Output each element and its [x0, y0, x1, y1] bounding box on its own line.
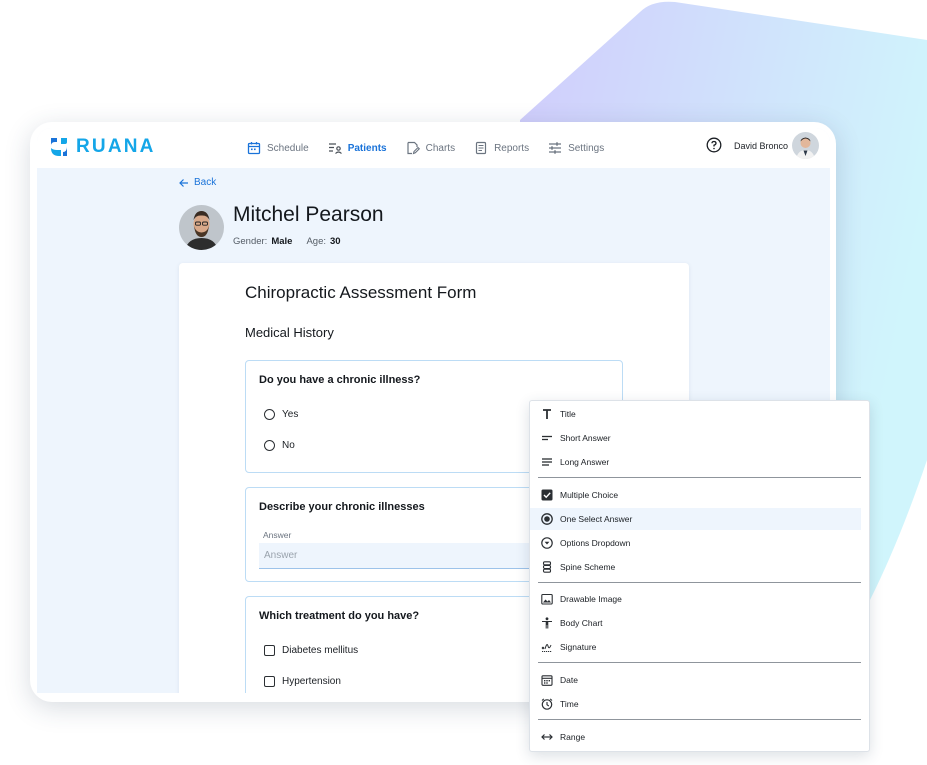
user-avatar[interactable]: [792, 132, 819, 159]
arrow-left-icon: [179, 178, 188, 187]
patients-icon: [328, 143, 342, 154]
dropdown-icon: [541, 537, 553, 549]
spine-icon: [542, 561, 552, 573]
radio-option-no[interactable]: No: [264, 440, 295, 451]
nav-patients[interactable]: Patients: [328, 141, 387, 155]
nav-schedule-label: Schedule: [267, 142, 309, 154]
menu-item-one-select-answer[interactable]: One Select Answer: [530, 508, 861, 530]
nav-reports[interactable]: Reports: [474, 141, 529, 155]
menu-item-date[interactable]: Date: [530, 669, 869, 691]
main-nav: Schedule Patients Charts Reports Setting…: [247, 128, 623, 168]
reports-icon: [475, 141, 487, 155]
checkbox-option-hypertension[interactable]: Hypertension: [264, 676, 341, 687]
menu-item-multiple-choice[interactable]: Multiple Choice: [530, 484, 869, 506]
signature-icon: [541, 644, 552, 652]
radio-option-yes[interactable]: Yes: [264, 409, 298, 420]
option-label: Hypertension: [282, 676, 341, 687]
menu-divider: [538, 582, 861, 583]
menu-item-label: Time: [560, 699, 579, 709]
nav-charts-label: Charts: [425, 142, 456, 154]
nav-schedule[interactable]: Schedule: [247, 141, 309, 155]
short-answer-icon: [542, 435, 552, 441]
user-avatar-image: [792, 132, 819, 159]
menu-item-signature[interactable]: Signature: [530, 636, 869, 658]
menu-divider: [538, 719, 861, 720]
patient-avatar-image: [179, 205, 224, 250]
nav-patients-label: Patients: [347, 142, 387, 154]
field-type-menu: Title Short Answer Long Answer Multiple …: [529, 400, 870, 752]
option-label: No: [282, 440, 295, 451]
image-icon: [541, 593, 553, 605]
question-title: Which treatment do you have?: [259, 610, 420, 622]
menu-item-long-answer[interactable]: Long Answer: [530, 451, 869, 473]
menu-item-label: Short Answer: [560, 433, 611, 443]
checkbox[interactable]: [264, 645, 275, 656]
date-icon: [541, 675, 553, 686]
calendar-icon: [247, 142, 261, 155]
form-title: Chiropractic Assessment Form: [245, 283, 477, 302]
menu-item-label: Spine Scheme: [560, 562, 616, 572]
menu-item-spine-scheme[interactable]: Spine Scheme: [530, 556, 869, 578]
logo[interactable]: RUANA: [47, 135, 156, 159]
body-icon: [542, 617, 552, 629]
logo-text: RUANA: [76, 136, 156, 157]
title-icon: [543, 409, 551, 419]
menu-item-short-answer[interactable]: Short Answer: [530, 427, 869, 449]
gender-value: Male: [271, 236, 293, 247]
checkbox-icon: [541, 489, 553, 501]
menu-item-label: Range: [560, 732, 586, 742]
back-link[interactable]: Back: [179, 177, 216, 188]
menu-divider: [538, 477, 861, 478]
question-title: Do you have a chronic illness?: [259, 374, 421, 386]
logo-icon: [51, 138, 67, 156]
long-answer-icon: [542, 458, 552, 466]
section-title: Medical History: [245, 325, 334, 340]
menu-item-label: Date: [560, 675, 578, 685]
menu-item-time[interactable]: Time: [530, 693, 869, 715]
nav-reports-label: Reports: [494, 142, 530, 154]
menu-item-label: Drawable Image: [560, 594, 622, 604]
patient-meta: Gender: Male Age: 30: [233, 236, 341, 247]
menu-item-label: Title: [560, 409, 576, 419]
age-label: Age:: [306, 236, 326, 247]
menu-item-label: Body Chart: [560, 618, 603, 628]
menu-item-label: Options Dropdown: [560, 538, 631, 548]
menu-item-drawable-image[interactable]: Drawable Image: [530, 588, 869, 610]
menu-item-range[interactable]: Range: [530, 726, 869, 748]
radio-button[interactable]: [264, 409, 275, 420]
nav-charts[interactable]: Charts: [406, 141, 455, 155]
radio-button[interactable]: [264, 440, 275, 451]
menu-item-label: One Select Answer: [560, 514, 633, 524]
checkbox-option-diabetes[interactable]: Diabetes mellitus: [264, 645, 358, 656]
user-name[interactable]: David Bronco: [734, 141, 788, 151]
time-icon: [541, 698, 553, 710]
menu-item-title[interactable]: Title: [530, 403, 869, 425]
age-value: 30: [330, 236, 341, 247]
gender-label: Gender:: [233, 236, 268, 247]
answer-label: Answer: [263, 530, 292, 540]
question-title: Describe your chronic illnesses: [259, 501, 425, 513]
patient-name: Mitchel Pearson: [233, 203, 384, 226]
back-label: Back: [194, 177, 217, 188]
nav-settings-label: Settings: [568, 142, 605, 154]
option-label: Yes: [282, 409, 299, 420]
menu-item-label: Long Answer: [560, 457, 610, 467]
checkbox[interactable]: [264, 676, 275, 687]
range-icon: [541, 734, 553, 740]
menu-item-body-chart[interactable]: Body Chart: [530, 612, 869, 634]
menu-item-label: Multiple Choice: [560, 490, 619, 500]
nav-settings[interactable]: Settings: [548, 141, 604, 155]
option-label: Diabetes mellitus: [282, 645, 359, 656]
menu-item-options-dropdown[interactable]: Options Dropdown: [530, 532, 869, 554]
charts-icon: [407, 141, 420, 155]
menu-divider: [538, 662, 861, 663]
menu-item-label: Signature: [560, 642, 597, 652]
top-bar: RUANA Schedule Patients Charts Reports S…: [37, 128, 830, 168]
radio-icon: [541, 513, 553, 525]
settings-icon: [549, 142, 562, 154]
patient-avatar: [179, 205, 224, 250]
help-icon[interactable]: [706, 137, 722, 153]
